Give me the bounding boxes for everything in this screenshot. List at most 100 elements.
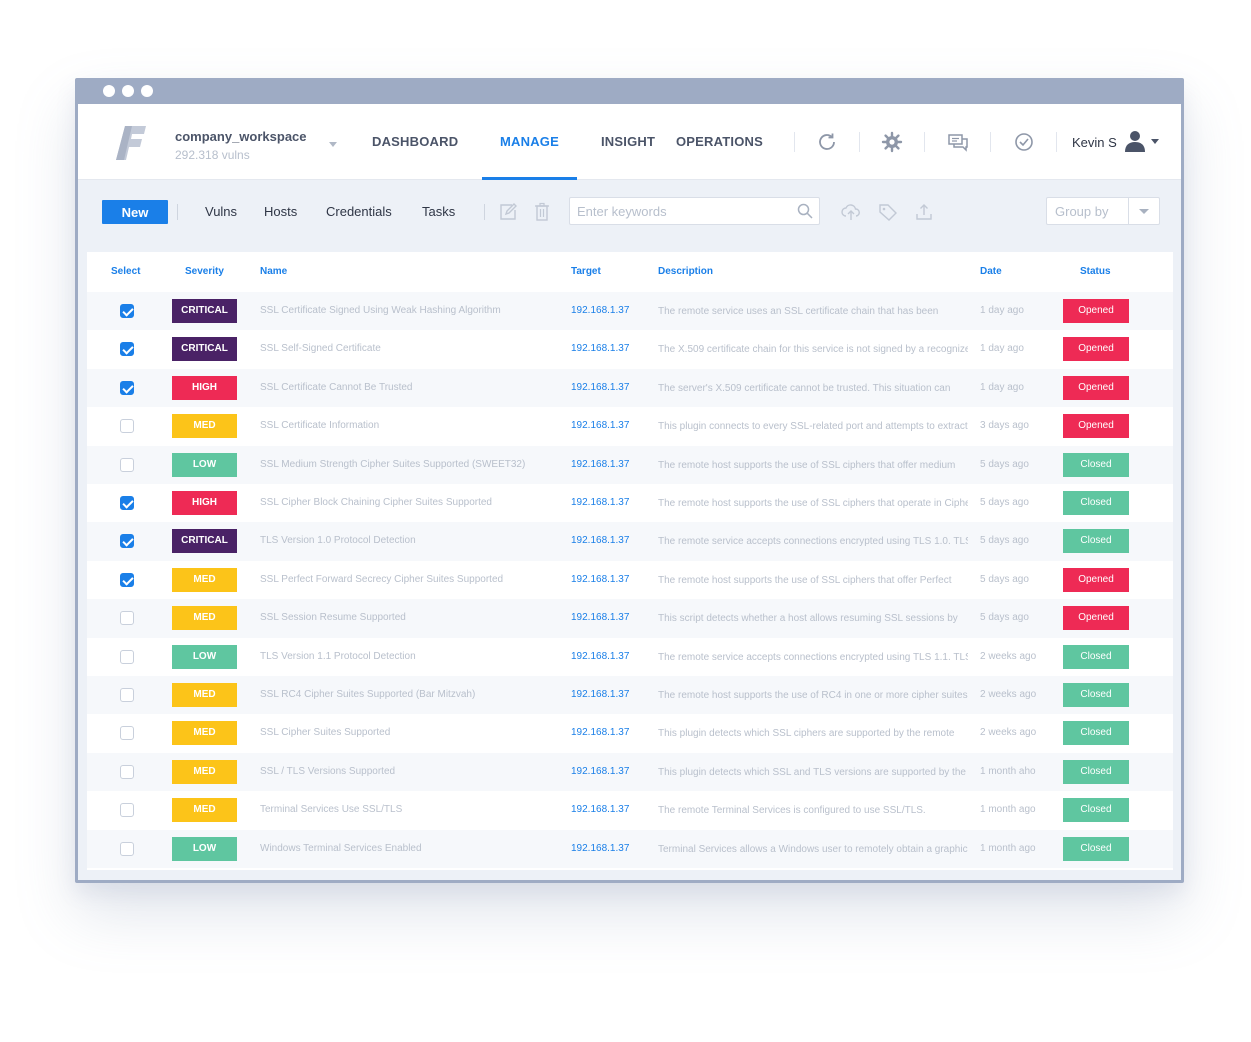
chevron-down-icon[interactable] <box>1151 139 1159 144</box>
vuln-name[interactable]: SSL Certificate Signed Using Weak Hashin… <box>260 305 556 316</box>
window-dot[interactable] <box>141 85 153 97</box>
target-link[interactable]: 192.168.1.37 <box>571 651 629 662</box>
row-checkbox[interactable] <box>120 688 134 702</box>
status-badge[interactable]: Closed <box>1063 759 1129 784</box>
target-link[interactable]: 192.168.1.37 <box>571 305 629 316</box>
table-row[interactable]: LOW Windows Terminal Services Enabled 192.… <box>87 829 1173 868</box>
status-badge[interactable]: Opened <box>1063 375 1129 400</box>
col-header-name[interactable]: Name <box>260 266 287 277</box>
table-row[interactable]: MED SSL / TLS Versions Supported 192.168.1… <box>87 752 1173 792</box>
vuln-name[interactable]: SSL Session Resume Supported <box>260 612 556 623</box>
table-row[interactable]: MED SSL Certificate Information 192.168.1.… <box>87 407 1173 445</box>
table-row[interactable]: LOW TLS Version 1.1 Protocol Detection 192… <box>87 638 1173 676</box>
table-row[interactable]: CRITICAL TLS Version 1.0 Protocol Detecti… <box>87 522 1173 561</box>
row-checkbox[interactable] <box>120 534 134 549</box>
status-badge[interactable]: Closed <box>1063 798 1129 823</box>
row-checkbox[interactable] <box>120 496 134 510</box>
vuln-name[interactable]: SSL Cipher Block Chaining Cipher Suites … <box>260 497 556 508</box>
target-link[interactable]: 192.168.1.37 <box>571 574 629 585</box>
window-dot[interactable] <box>122 85 134 97</box>
cloud-upload-icon[interactable] <box>841 202 861 222</box>
subtab-hosts[interactable]: Hosts <box>264 204 297 219</box>
refresh-icon[interactable] <box>816 131 838 153</box>
vuln-name[interactable]: Windows Terminal Services Enabled <box>260 843 556 854</box>
table-row[interactable]: HIGH SSL Cipher Block Chaining Cipher Sui… <box>87 484 1173 522</box>
vuln-name[interactable]: SSL / TLS Versions Supported <box>260 766 556 777</box>
col-header-description[interactable]: Description <box>658 266 713 277</box>
vuln-name[interactable]: SSL Medium Strength Cipher Suites Suppor… <box>260 459 556 470</box>
vuln-name[interactable]: SSL Certificate Cannot Be Trusted <box>260 382 556 393</box>
target-link[interactable]: 192.168.1.37 <box>571 689 629 700</box>
table-row[interactable]: LOW SSL Medium Strength Cipher Suites Sup… <box>87 445 1173 484</box>
target-link[interactable]: 192.168.1.37 <box>571 535 629 546</box>
status-badge[interactable]: Closed <box>1063 644 1129 669</box>
vuln-name[interactable]: SSL Self-Signed Certificate <box>260 343 556 354</box>
tab-manage[interactable]: MANAGE <box>482 104 577 180</box>
group-by-select[interactable]: Group by <box>1046 197 1160 225</box>
target-link[interactable]: 192.168.1.37 <box>571 843 629 854</box>
table-row[interactable]: CRITICAL SSL Certificate Signed Using Wea… <box>87 292 1173 331</box>
vuln-name[interactable]: SSL Certificate Information <box>260 420 556 431</box>
row-checkbox[interactable] <box>120 419 134 434</box>
status-badge[interactable]: Closed <box>1063 491 1129 515</box>
tab-insight[interactable]: INSIGHT <box>601 104 655 180</box>
status-badge[interactable]: Opened <box>1063 414 1129 439</box>
trash-icon[interactable] <box>532 202 552 222</box>
search-field[interactable] <box>569 197 820 225</box>
chevron-down-icon[interactable] <box>329 142 337 147</box>
tag-icon[interactable] <box>878 202 898 222</box>
subtab-vulns[interactable]: Vulns <box>205 204 237 219</box>
subtab-tasks[interactable]: Tasks <box>422 204 455 219</box>
target-link[interactable]: 192.168.1.37 <box>571 459 629 470</box>
row-checkbox[interactable] <box>120 342 134 357</box>
status-badge[interactable]: Opened <box>1063 567 1129 592</box>
target-link[interactable]: 192.168.1.37 <box>571 420 629 431</box>
check-circle-icon[interactable] <box>1013 131 1035 153</box>
row-checkbox[interactable] <box>120 380 134 395</box>
row-checkbox[interactable] <box>120 764 134 779</box>
row-checkbox[interactable] <box>120 304 134 318</box>
row-checkbox[interactable] <box>120 611 134 626</box>
vuln-name[interactable]: SSL Perfect Forward Secrecy Cipher Suite… <box>260 574 556 585</box>
gear-icon[interactable] <box>881 131 903 153</box>
target-link[interactable]: 192.168.1.37 <box>571 804 629 815</box>
col-header-status[interactable]: Status <box>1080 266 1111 277</box>
vuln-name[interactable]: SSL Cipher Suites Supported <box>260 727 556 738</box>
status-badge[interactable]: Closed <box>1063 836 1129 861</box>
target-link[interactable]: 192.168.1.37 <box>571 343 629 354</box>
tab-dashboard[interactable]: DASHBOARD <box>372 104 458 180</box>
col-header-date[interactable]: Date <box>980 266 1002 277</box>
row-checkbox[interactable] <box>120 649 134 664</box>
status-badge[interactable]: Closed <box>1063 721 1129 746</box>
subtab-credentials[interactable]: Credentials <box>326 204 392 219</box>
row-checkbox[interactable] <box>120 572 134 587</box>
row-checkbox[interactable] <box>120 726 134 741</box>
vuln-name[interactable]: Terminal Services Use SSL/TLS <box>260 804 556 815</box>
table-row[interactable]: HIGH SSL Certificate Cannot Be Trusted 192… <box>87 368 1173 408</box>
row-checkbox[interactable] <box>120 803 134 818</box>
export-icon[interactable] <box>914 202 934 222</box>
status-badge[interactable]: Opened <box>1063 299 1129 323</box>
window-dot[interactable] <box>103 85 115 97</box>
chevron-down-icon[interactable] <box>1139 209 1149 214</box>
target-link[interactable]: 192.168.1.37 <box>571 766 629 777</box>
search-input[interactable] <box>577 203 787 219</box>
col-header-severity[interactable]: Severity <box>185 266 224 277</box>
user-icon[interactable] <box>1124 129 1146 153</box>
status-badge[interactable]: Closed <box>1063 683 1129 707</box>
vuln-name[interactable]: TLS Version 1.1 Protocol Detection <box>260 651 556 662</box>
tab-operations[interactable]: OPERATIONS <box>676 104 763 180</box>
new-button[interactable]: New <box>102 200 168 224</box>
target-link[interactable]: 192.168.1.37 <box>571 382 629 393</box>
table-row[interactable]: MED SSL RC4 Cipher Suites Supported (Bar … <box>87 676 1173 715</box>
col-header-select[interactable]: Select <box>111 266 140 277</box>
table-row[interactable]: MED Terminal Services Use SSL/TLS 192.168.… <box>87 791 1173 829</box>
status-badge[interactable]: Opened <box>1063 337 1129 362</box>
row-checkbox[interactable] <box>120 841 134 856</box>
vuln-name[interactable]: TLS Version 1.0 Protocol Detection <box>260 535 556 546</box>
status-badge[interactable]: Opened <box>1063 606 1129 631</box>
status-badge[interactable]: Closed <box>1063 452 1129 477</box>
logo-icon[interactable] <box>116 126 146 160</box>
row-checkbox[interactable] <box>120 457 134 472</box>
edit-icon[interactable] <box>498 202 518 222</box>
